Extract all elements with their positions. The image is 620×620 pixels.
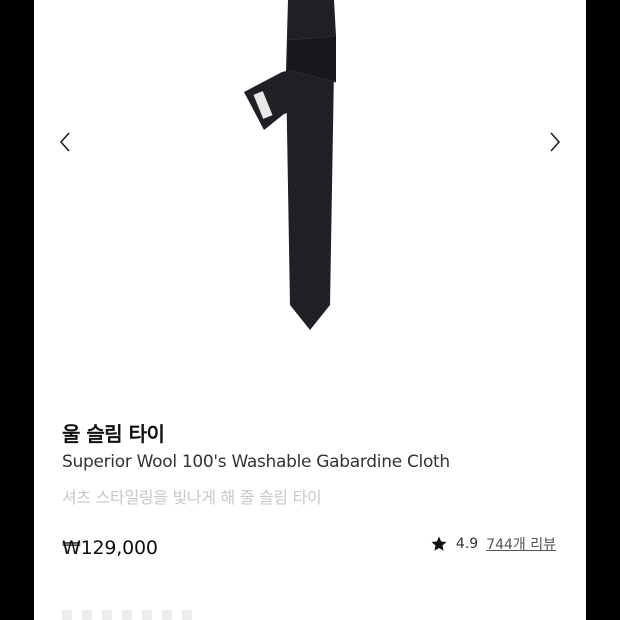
product-price: ₩129,000 [62, 537, 158, 559]
cut-off-content [62, 610, 202, 620]
chevron-left-icon [59, 132, 70, 152]
carousel-prev-button[interactable] [50, 122, 80, 162]
star-icon [430, 535, 448, 553]
chevron-right-icon [550, 132, 561, 152]
reviews-link[interactable]: 744개 리뷰 [486, 534, 556, 554]
product-detail-page: 울 슬림 타이 Superior Wool 100's Washable Gab… [34, 0, 586, 620]
product-tagline: 셔츠 스타일링을 빛나게 해 줄 슬림 타이 [62, 488, 322, 507]
product-subtitle: Superior Wool 100's Washable Gabardine C… [62, 452, 450, 472]
product-name: 울 슬림 타이 [62, 422, 165, 446]
carousel-next-button[interactable] [540, 122, 570, 162]
product-rating: 4.9 744개 리뷰 [430, 534, 556, 554]
rating-value: 4.9 [455, 536, 479, 552]
product-image-carousel[interactable] [34, 0, 586, 380]
product-image-tie [244, 0, 337, 330]
